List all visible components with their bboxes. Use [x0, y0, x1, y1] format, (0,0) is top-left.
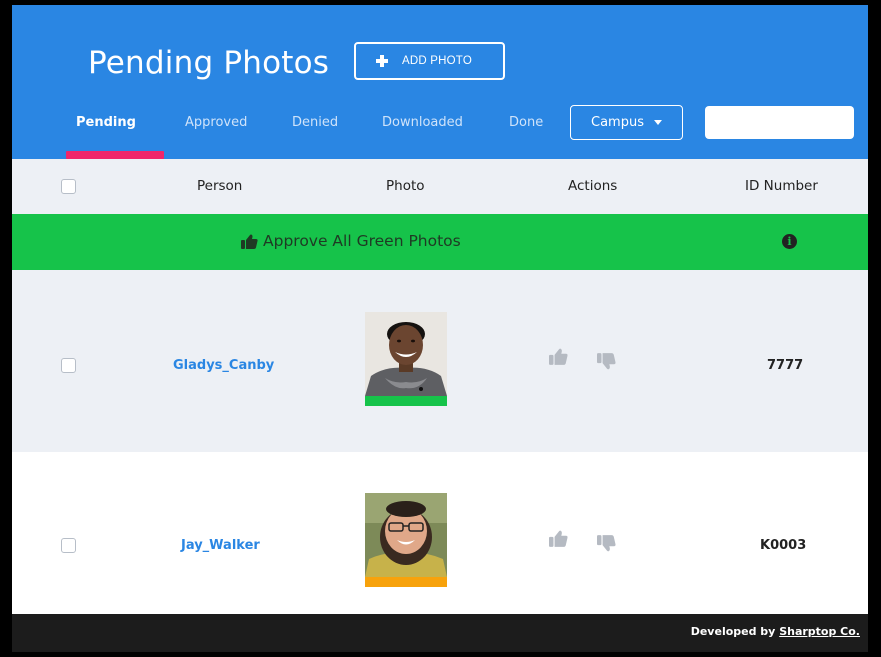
campus-dropdown[interactable]: Campus — [570, 105, 683, 140]
row-checkbox[interactable] — [61, 538, 76, 553]
approval-status-indicator — [365, 396, 447, 406]
approve-all-label: Approve All Green Photos — [263, 232, 461, 250]
page-title: Pending Photos — [88, 45, 330, 81]
thumbs-up-icon[interactable] — [549, 530, 568, 547]
person-photo-image — [365, 312, 447, 396]
person-photo[interactable] — [365, 493, 447, 587]
thumbs-up-icon[interactable] — [549, 348, 568, 365]
person-photo-image — [365, 493, 447, 577]
footer-credit: Developed by Sharptop Co. — [691, 625, 860, 638]
approve-all-bar: Approve All Green Photos i — [12, 214, 868, 270]
footer-prefix: Developed by — [690, 625, 780, 638]
app-frame: Pending Photos ADD PHOTO Pending Approve… — [12, 5, 868, 652]
thumbs-down-icon[interactable] — [597, 535, 616, 552]
tab-pending[interactable]: Pending — [76, 115, 136, 130]
row-checkbox[interactable] — [61, 358, 76, 373]
campus-dropdown-label: Campus — [591, 115, 644, 130]
thumbs-up-icon — [241, 234, 258, 249]
add-photo-button[interactable]: ADD PHOTO — [354, 42, 505, 80]
table-row: Gladys_Canby 7777 — [12, 270, 868, 452]
active-tab-indicator — [66, 151, 164, 159]
column-header-person: Person — [197, 178, 243, 194]
tab-downloaded[interactable]: Downloaded — [382, 115, 463, 130]
tab-bar: Pending Approved Denied Downloaded Done — [12, 105, 572, 155]
footer: Developed by Sharptop Co. — [12, 614, 868, 652]
table-row: Jay_Walker K0003 — [12, 452, 868, 614]
tab-done[interactable]: Done — [509, 115, 543, 130]
select-all-checkbox[interactable] — [61, 179, 76, 194]
add-photo-label: ADD PHOTO — [402, 55, 472, 67]
thumbs-down-icon[interactable] — [597, 353, 616, 370]
id-number: K0003 — [760, 538, 807, 553]
person-link[interactable]: Jay_Walker — [181, 538, 260, 553]
tab-denied[interactable]: Denied — [292, 115, 338, 130]
column-header-actions: Actions — [568, 178, 618, 194]
header: Pending Photos ADD PHOTO Pending Approve… — [12, 5, 868, 159]
person-link[interactable]: Gladys_Canby — [173, 358, 274, 373]
search-input[interactable] — [705, 106, 854, 139]
info-circle-icon[interactable]: i — [782, 234, 797, 249]
table-header: Person Photo Actions ID Number — [12, 159, 868, 214]
person-photo[interactable] — [365, 312, 447, 406]
approve-all-button[interactable]: Approve All Green Photos — [241, 232, 461, 250]
sharptop-link[interactable]: Sharptop Co. — [779, 625, 860, 638]
approval-status-indicator — [365, 577, 447, 587]
plus-icon — [376, 55, 388, 67]
column-header-id-number: ID Number — [745, 178, 818, 194]
caret-down-icon — [653, 120, 662, 125]
id-number: 7777 — [767, 358, 804, 373]
column-header-photo: Photo — [386, 178, 425, 194]
tab-approved[interactable]: Approved — [185, 115, 247, 130]
